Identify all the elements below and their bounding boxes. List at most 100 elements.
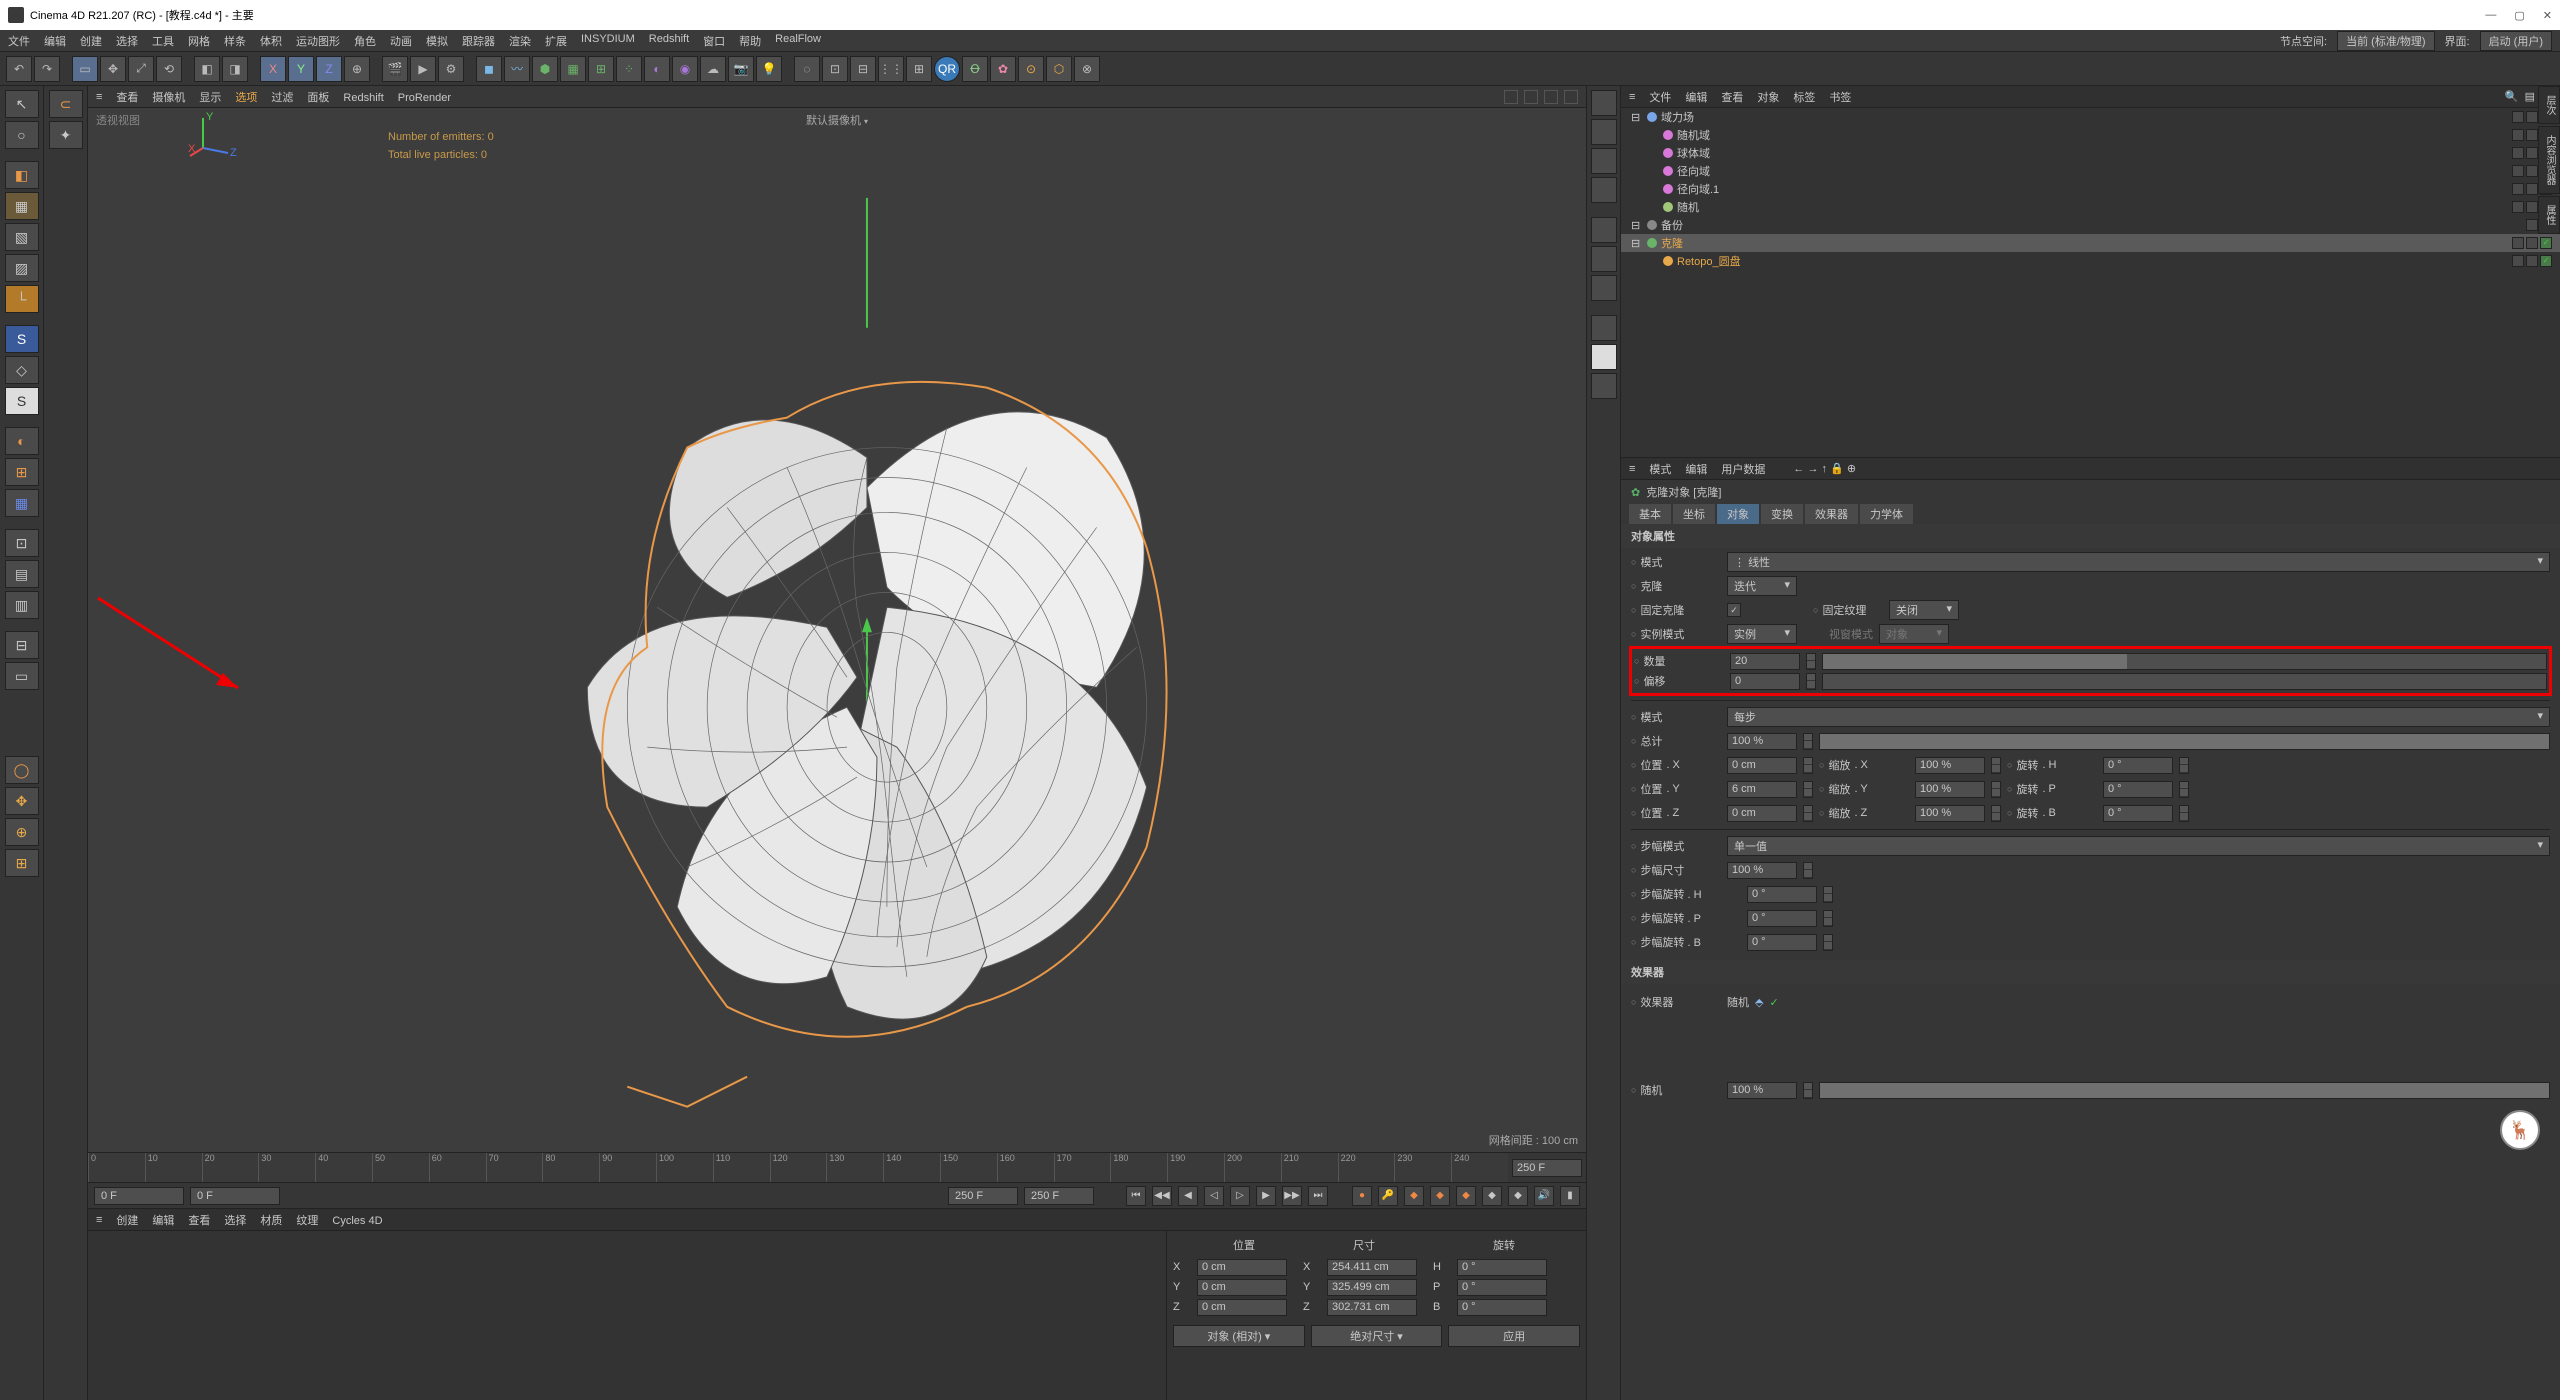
vtool-4[interactable] [1591,177,1617,203]
attr-offset-slider[interactable] [1822,673,2547,690]
material-area[interactable] [88,1231,1166,1400]
coord-size-Y[interactable]: 325.499 cm [1327,1279,1417,1296]
attrtab-hamburger-icon[interactable]: ≡ [1629,463,1635,475]
frame-back-button[interactable]: ◀ [1178,1186,1198,1206]
coord-rot-H[interactable]: 0 ° [1457,1259,1547,1276]
vtab-attr[interactable]: 属性 [2538,196,2560,234]
menu-INSYDIUM[interactable]: INSYDIUM [581,33,635,49]
menu-体积[interactable]: 体积 [260,33,282,49]
cube-primitive-button[interactable]: ◼ [476,56,502,82]
key-param-button[interactable]: ◆ [1482,1186,1502,1206]
objtab-对象[interactable]: 对象 [1757,92,1779,104]
objpanel-search-icon[interactable]: 🔍 [2505,90,2519,103]
attr-steproth-spinner[interactable] [1823,886,1833,903]
rotate-tool[interactable]: ⟲ [156,56,182,82]
attr-posz-input[interactable]: 0 cm [1727,805,1797,822]
select-circle-icon[interactable]: ◯ [5,756,39,784]
coord-size-mode-dropdown[interactable]: 绝对尺寸 ▾ [1311,1325,1443,1347]
texture-mode-icon[interactable]: ▧ [5,223,39,251]
plugin-button-4[interactable]: ⬡ [1046,56,1072,82]
vtool-10[interactable] [1591,373,1617,399]
quantize-icon[interactable]: ▤ [5,560,39,588]
viewbar-Redshift[interactable]: Redshift [343,92,383,104]
magnet-tool-icon[interactable]: ⊂ [49,90,83,118]
menu-动画[interactable]: 动画 [390,33,412,49]
coord-size-X[interactable]: 254.411 cm [1327,1259,1417,1276]
attr-steprotb-input[interactable]: 0 ° [1747,934,1817,951]
node-space-dropdown[interactable]: 当前 (标准/物理) [2337,31,2434,51]
marker-button[interactable]: ▮ [1560,1186,1580,1206]
coord-pos-Z[interactable]: 0 cm [1197,1299,1287,1316]
matbar-hamburger-icon[interactable]: ≡ [96,1214,102,1226]
menu-跟踪器[interactable]: 跟踪器 [462,33,495,49]
scale-tool[interactable]: ⤢ [128,56,154,82]
viewport[interactable]: 透视视图 Number of emitters: 0 Total live pa… [88,108,1586,1152]
plugin-button-1[interactable]: Ꝋ [962,56,988,82]
tree-row-径向域[interactable]: 径向域✓ [1621,162,2560,180]
attr-count-input[interactable]: 20 [1730,653,1800,670]
plugin-button-3[interactable]: ⊙ [1018,56,1044,82]
attr-scalex-input[interactable]: 100 % [1915,757,1985,774]
timeline[interactable]: 0102030405060708090100110120130140150160… [88,1152,1586,1182]
objpanel-filter-icon[interactable]: ▤ [2525,90,2535,103]
edge-mode-icon[interactable]: └ [5,285,39,313]
objtab-编辑[interactable]: 编辑 [1685,92,1707,104]
xray-icon[interactable]: ⊞ [5,458,39,486]
misc-tool-1[interactable]: ◌ [794,56,820,82]
deformer-button[interactable]: ◐ [644,56,670,82]
attr-stepmode-dropdown[interactable]: 单一值▾ [1727,836,2550,856]
attr-instmode-dropdown[interactable]: 实例▾ [1727,624,1797,644]
frame-forward-button[interactable]: ▶ [1256,1186,1276,1206]
environment-button[interactable]: ☁ [700,56,726,82]
render-picture-button[interactable]: ▶ [410,56,436,82]
misc-tool-4[interactable]: ⋮⋮ [878,56,904,82]
attr-scalez-spinner[interactable] [1991,805,2001,822]
tree-row-克隆[interactable]: ⊟克隆✓ [1621,234,2560,252]
attr-clone-dropdown[interactable]: 迭代▾ [1727,576,1797,596]
objtab-书签[interactable]: 书签 [1829,92,1851,104]
poly-mode-icon[interactable]: S [5,387,39,415]
tree-row-随机域[interactable]: 随机域✓ [1621,126,2560,144]
world-axis-button[interactable]: ⊕ [344,56,370,82]
key-pla-button[interactable]: ◆ [1508,1186,1528,1206]
subtab-变换[interactable]: 变换 [1761,504,1803,524]
viewport-nav-4[interactable] [1564,90,1578,104]
key-pos-button[interactable]: ◆ [1404,1186,1424,1206]
autokey-button[interactable]: 🔑 [1378,1186,1398,1206]
attr-steproth-input[interactable]: 0 ° [1747,886,1817,903]
timeline-start-field[interactable]: 0 F [94,1187,184,1205]
attr-steprotp-spinner[interactable] [1823,910,1833,927]
attr-mode-dropdown[interactable]: ⋮ 线性▾ [1727,552,2550,572]
naming-tool-icon[interactable]: ⊕ [5,818,39,846]
cursor-tool-icon[interactable]: ↖ [5,90,39,118]
vtool-5[interactable] [1591,217,1617,243]
z-axis-lock[interactable]: Z [316,56,342,82]
vtab-browser[interactable]: 层次 [2538,86,2560,124]
viewport-solo-icon[interactable]: ◐ [5,427,39,455]
attr-random-input[interactable]: 100 % [1727,1082,1797,1099]
tree-row-随机[interactable]: 随机✓ [1621,198,2560,216]
coord-rot-B[interactable]: 0 ° [1457,1299,1547,1316]
viewport-nav-3[interactable] [1544,90,1558,104]
menu-选择[interactable]: 选择 [116,33,138,49]
attr-rotp-input[interactable]: 0 ° [2103,781,2173,798]
model-mode-icon[interactable]: ▦ [5,192,39,220]
quixel-button[interactable]: QR [934,56,960,82]
vtool-2[interactable] [1591,119,1617,145]
matbar-选择[interactable]: 选择 [224,1215,246,1227]
isoline-icon[interactable]: ▦ [5,489,39,517]
attr-offset-spinner[interactable] [1806,673,1816,690]
render-view-button[interactable]: 🎬 [382,56,408,82]
tree-row-Retopo_圆盘[interactable]: Retopo_圆盘✓ [1621,252,2560,270]
coord-apply-button[interactable]: 应用 [1448,1325,1580,1347]
viewbar-显示[interactable]: 显示 [199,92,221,104]
light-button[interactable]: 💡 [756,56,782,82]
attr-scalez-input[interactable]: 100 % [1915,805,1985,822]
attr-offset-input[interactable]: 0 [1730,673,1800,690]
menu-创建[interactable]: 创建 [80,33,102,49]
step-forward-button[interactable]: ▶▶ [1282,1186,1302,1206]
matbar-材质[interactable]: 材质 [260,1215,282,1227]
menu-运动图形[interactable]: 运动图形 [296,33,340,49]
timeline-end-field[interactable]: 250 F [1512,1159,1582,1177]
layout-dropdown[interactable]: 启动 (用户) [2480,31,2552,51]
